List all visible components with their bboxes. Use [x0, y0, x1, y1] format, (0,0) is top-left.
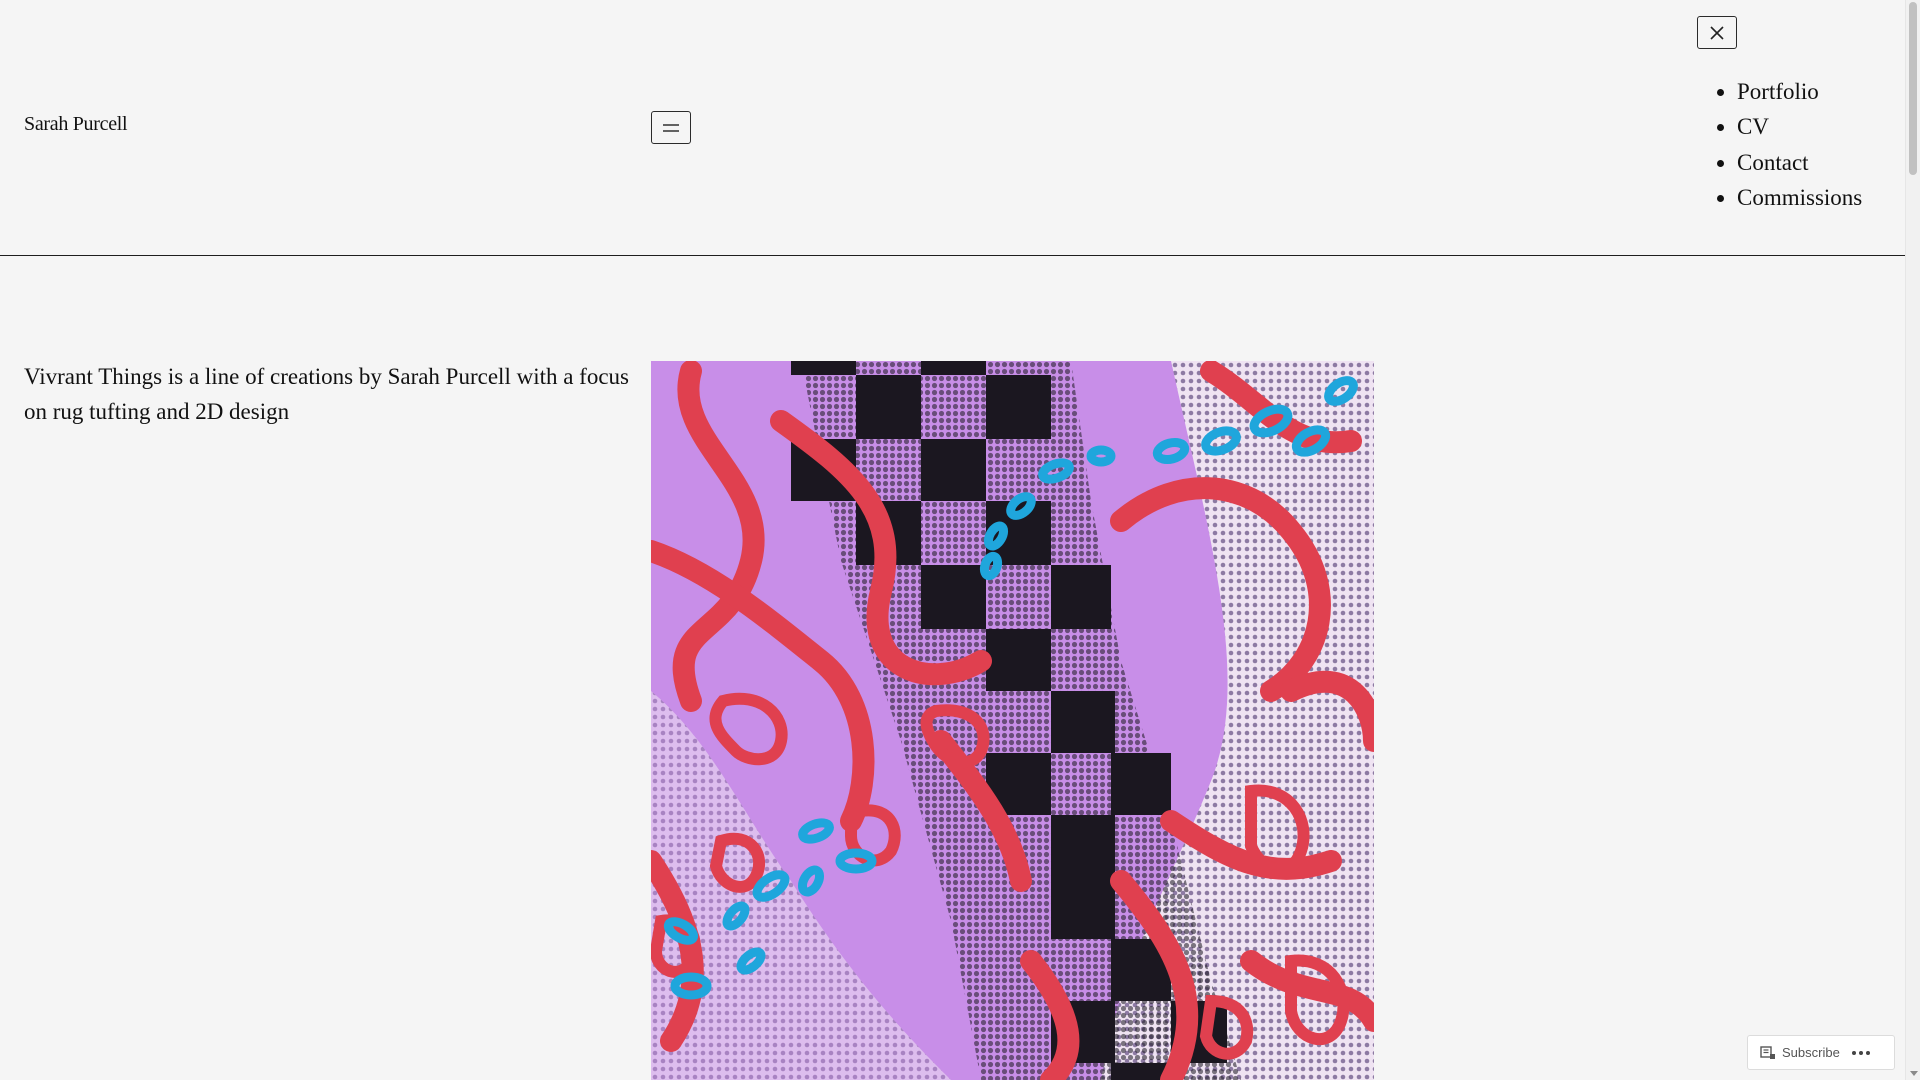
site-title[interactable]: Sarah Purcell	[24, 113, 128, 136]
intro-paragraph: Vivrant Things is a line of creations by…	[24, 364, 629, 424]
close-menu-button[interactable]	[1697, 16, 1737, 49]
subscribe-action-bar: Subscribe	[1747, 1035, 1895, 1070]
ellipsis-icon	[1851, 1050, 1870, 1055]
nav-item-contact: Contact	[1737, 145, 1862, 180]
nav-link-commissions[interactable]: Commissions	[1737, 185, 1862, 210]
page-scrollbar[interactable]	[1905, 0, 1920, 1080]
more-options-button[interactable]	[1846, 1036, 1878, 1069]
nav-link-cv[interactable]: CV	[1737, 114, 1769, 139]
nav-link-portfolio[interactable]: Portfolio	[1737, 79, 1819, 104]
nav-item-commissions: Commissions	[1737, 180, 1862, 215]
primary-navigation: Portfolio CV Contact Commissions	[1737, 74, 1862, 215]
nav-item-portfolio: Portfolio	[1737, 74, 1862, 109]
subscribe-label: Subscribe	[1782, 1045, 1840, 1060]
scrollbar-thumb[interactable]	[1909, 2, 1917, 175]
artwork-illustration	[651, 361, 1374, 1080]
hamburger-icon	[663, 123, 679, 132]
close-icon	[1710, 25, 1724, 40]
nav-item-cv: CV	[1737, 109, 1862, 144]
subscribe-button[interactable]: Subscribe	[1748, 1036, 1846, 1069]
open-menu-button[interactable]	[651, 111, 691, 144]
reader-icon	[1760, 1045, 1775, 1059]
header-divider	[0, 255, 1905, 256]
featured-artwork-image	[651, 361, 1374, 1080]
scroll-down-arrow-icon[interactable]	[1910, 1071, 1918, 1076]
nav-link-contact[interactable]: Contact	[1737, 150, 1809, 175]
